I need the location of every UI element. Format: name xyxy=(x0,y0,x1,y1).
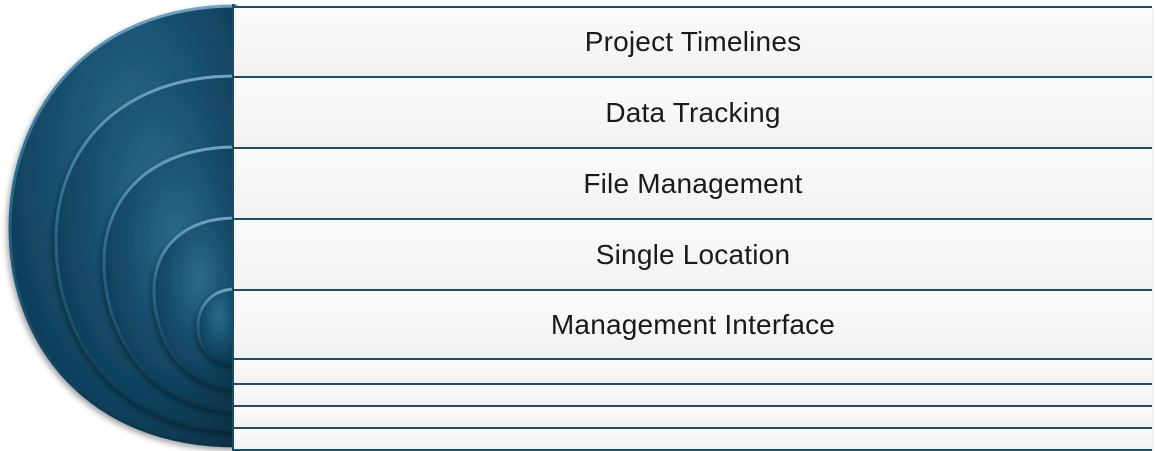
list-item-bar: Data Tracking xyxy=(234,76,1152,147)
empty-bar xyxy=(234,405,1152,427)
nested-arc-list-diagram: Project Timelines Data Tracking File Man… xyxy=(0,0,1157,451)
empty-bar xyxy=(234,358,1152,383)
list-item-bar: File Management xyxy=(234,147,1152,218)
list-item-bar: Single Location xyxy=(234,218,1152,289)
list-item-bar: Project Timelines xyxy=(234,6,1152,76)
nested-arcs-graphic xyxy=(8,4,238,448)
empty-bar xyxy=(234,427,1152,451)
list-item-label: File Management xyxy=(583,167,803,199)
list-item-label: Data Tracking xyxy=(605,96,781,128)
list-item-bar: Management Interface xyxy=(234,289,1152,358)
list-item-label: Single Location xyxy=(595,238,791,270)
empty-bar xyxy=(234,383,1152,405)
list-item-label: Management Interface xyxy=(550,308,836,340)
list-item-label: Project Timelines xyxy=(584,26,802,57)
